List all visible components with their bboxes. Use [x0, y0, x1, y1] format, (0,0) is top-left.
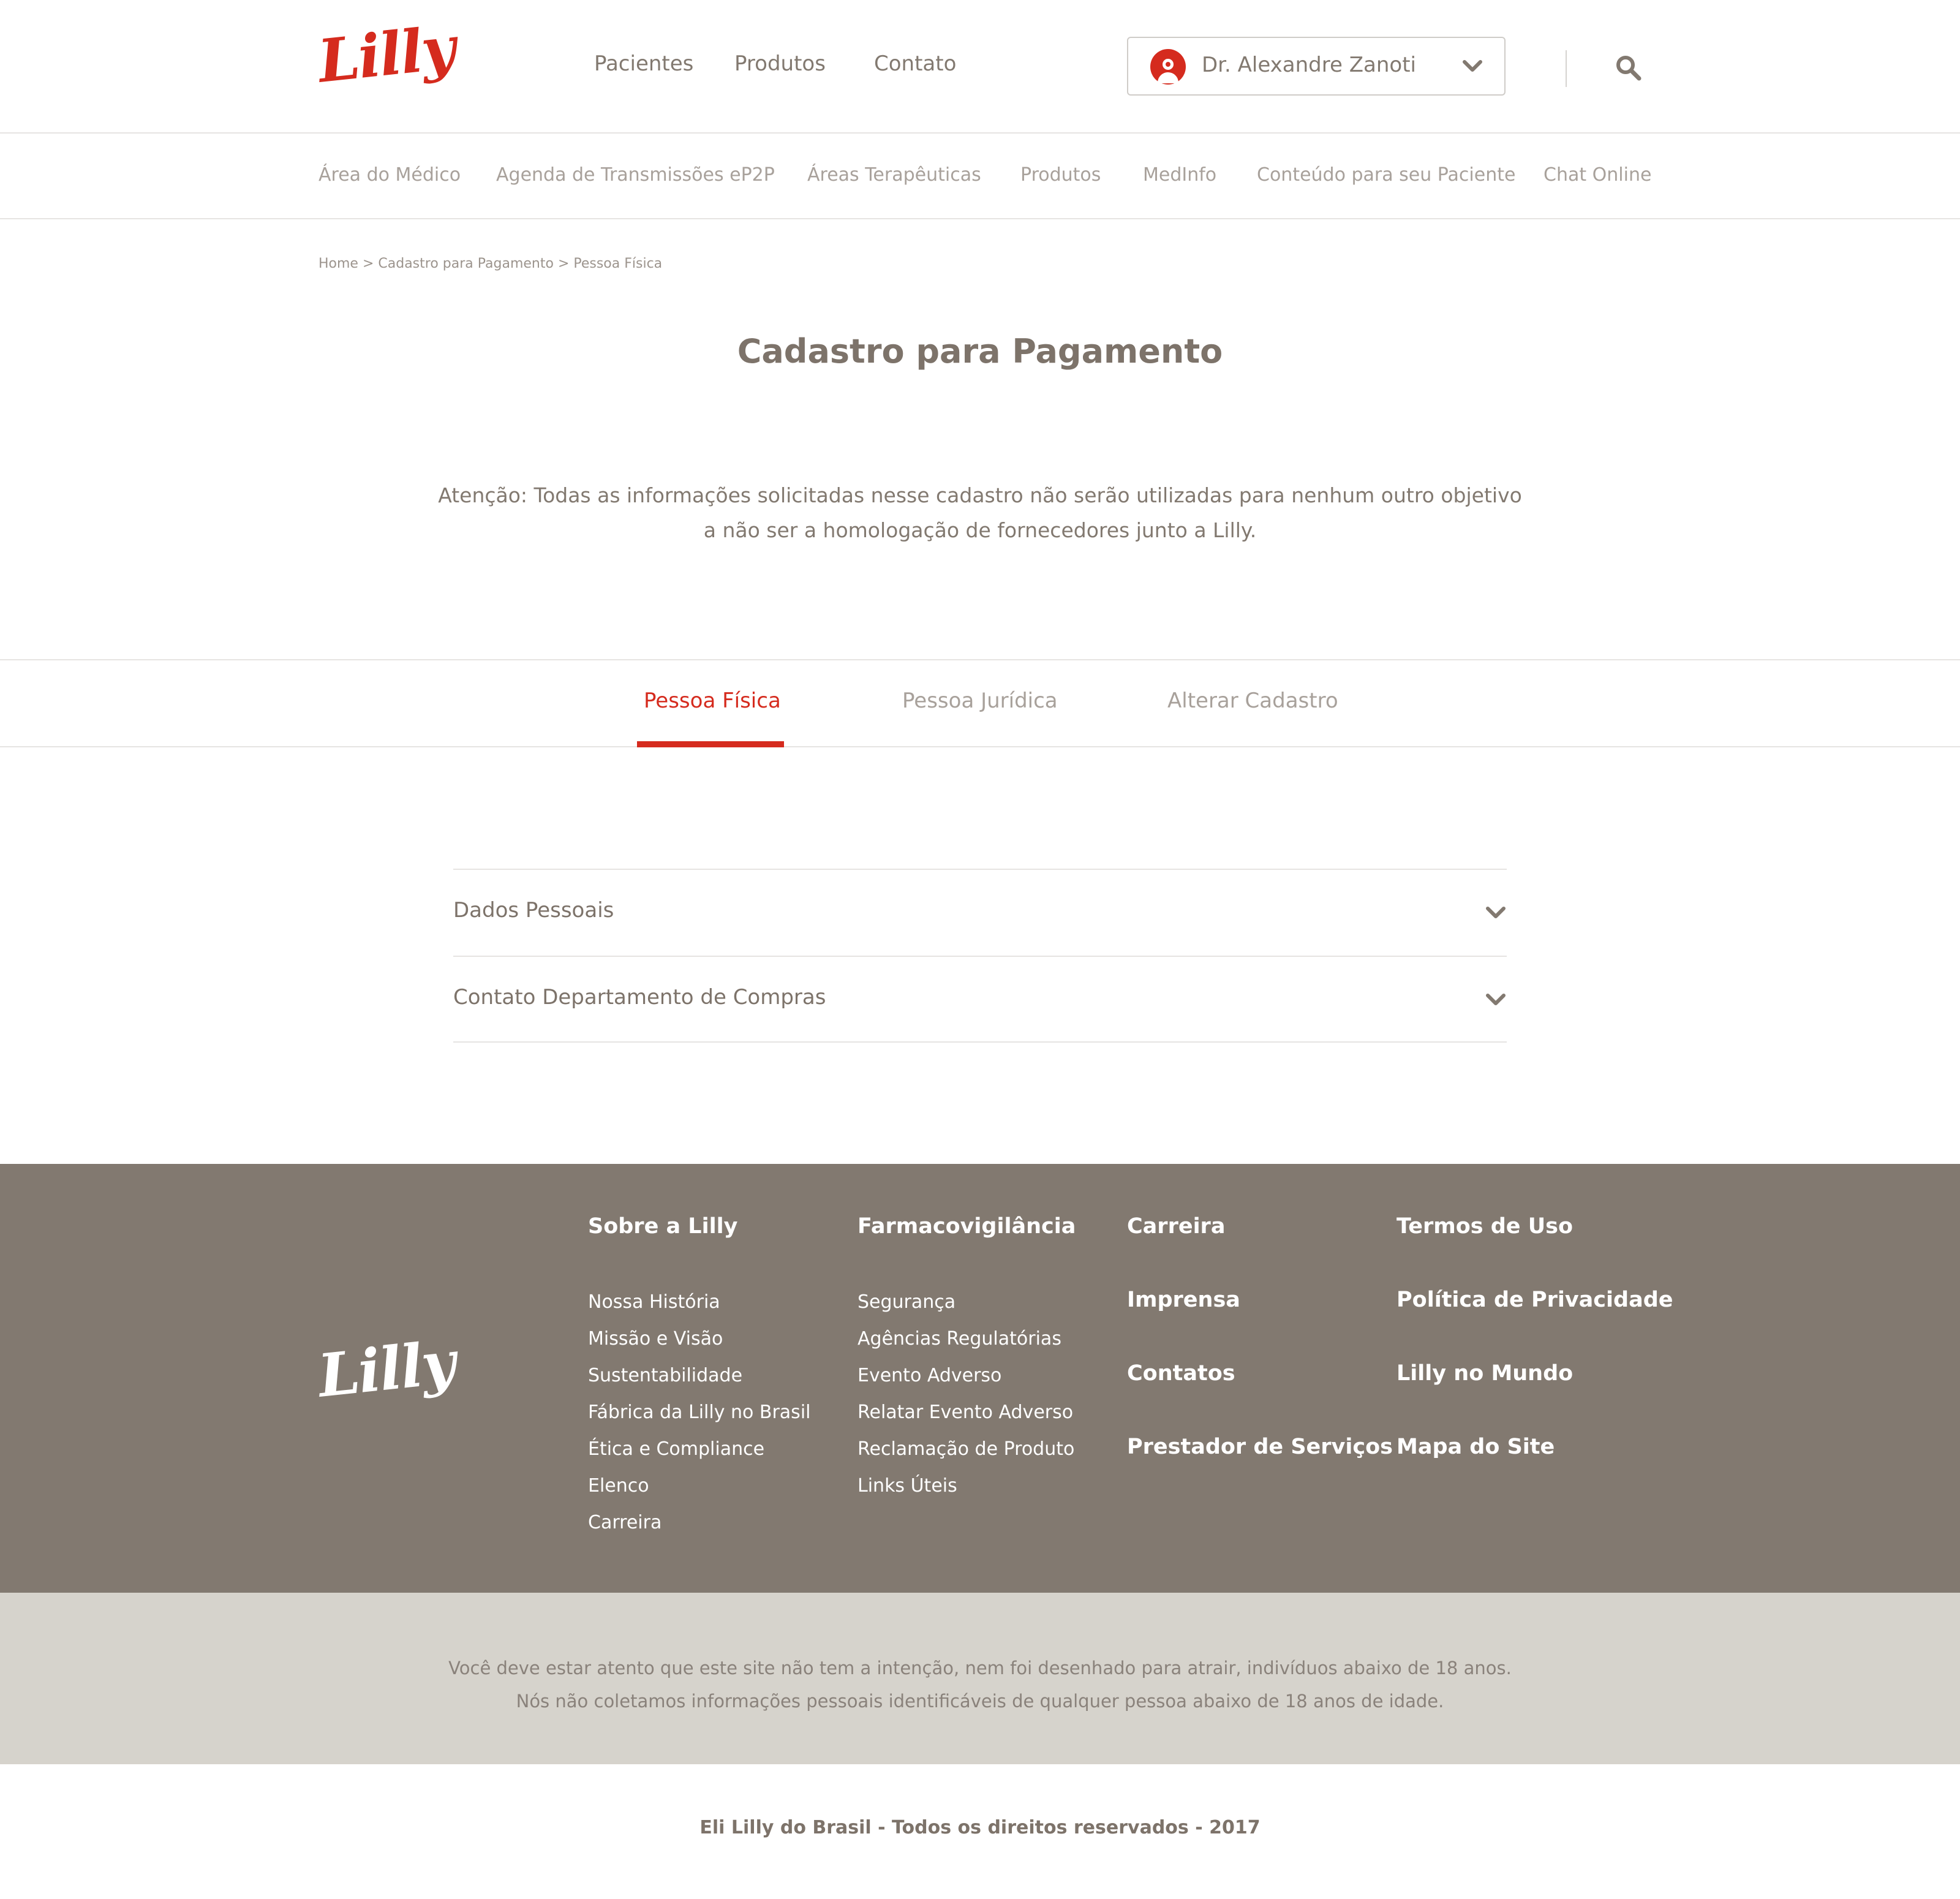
subnav-agenda-transmissoes[interactable]: Agenda de Transmissões eP2P — [496, 164, 775, 186]
subnav-produtos[interactable]: Produtos — [1020, 164, 1101, 186]
footer-link[interactable]: Links Úteis — [858, 1475, 957, 1497]
tab-pessoa-fisica[interactable]: Pessoa Física — [644, 689, 781, 713]
chevron-down-icon — [1463, 60, 1482, 72]
footer-link[interactable]: Fábrica da Lilly no Brasil — [588, 1402, 811, 1423]
subnav-medinfo[interactable]: MedInfo — [1143, 164, 1216, 186]
nav-contato[interactable]: Contato — [874, 51, 956, 76]
accordion-title: Dados Pessoais — [453, 898, 614, 923]
attention-notice: Atenção: Todas as informações solicitada… — [429, 478, 1531, 548]
tab-pessoa-juridica[interactable]: Pessoa Jurídica — [902, 689, 1058, 713]
footer-link-lilly-no-mundo[interactable]: Lilly no Mundo — [1396, 1361, 1573, 1386]
footer-link[interactable]: Relatar Evento Adverso — [858, 1402, 1073, 1423]
disclaimer-text: Você deve estar atento que este site não… — [0, 1652, 1960, 1718]
disclaimer-line-2: Nós não coletamos informações pessoais i… — [516, 1691, 1444, 1712]
site-footer: Lilly Sobre a Lilly Nossa História Missã… — [0, 1164, 1960, 1593]
chevron-down-icon — [1486, 994, 1506, 1005]
site-header: Lilly Pacientes Produtos Contato Dr. Ale… — [0, 0, 1960, 134]
accordion-contato-compras[interactable]: Contato Departamento de Compras — [453, 956, 1507, 1043]
footer-link[interactable]: Agências Regulatórias — [858, 1328, 1061, 1350]
notice-line-1: Atenção: Todas as informações solicitada… — [438, 483, 1522, 507]
footer-heading-sobre[interactable]: Sobre a Lilly — [588, 1214, 737, 1239]
copyright-text: Eli Lilly do Brasil - Todos os direitos … — [699, 1817, 1261, 1838]
footer-link[interactable]: Segurança — [858, 1291, 956, 1313]
age-disclaimer: Você deve estar atento que este site não… — [0, 1593, 1960, 1764]
footer-link[interactable]: Sustentabilidade — [588, 1365, 742, 1386]
user-avatar-icon — [1150, 49, 1186, 85]
subnav-areas-terapeuticas[interactable]: Áreas Terapêuticas — [807, 164, 981, 186]
footer-link-contatos[interactable]: Contatos — [1127, 1361, 1235, 1386]
footer-link[interactable]: Elenco — [588, 1475, 649, 1497]
footer-link-carreira[interactable]: Carreira — [1127, 1214, 1225, 1239]
footer-heading-farmacovigilancia[interactable]: Farmacovigilância — [858, 1214, 1076, 1239]
footer-link[interactable]: Nossa História — [588, 1291, 720, 1313]
footer-link[interactable]: Carreira — [588, 1512, 662, 1533]
tab-alterar-cadastro[interactable]: Alterar Cadastro — [1167, 689, 1338, 713]
accordion-dados-pessoais[interactable]: Dados Pessoais — [453, 869, 1507, 956]
user-menu-dropdown[interactable]: Dr. Alexandre Zanoti — [1127, 37, 1506, 96]
footer-link-prestador[interactable]: Prestador de Serviços — [1127, 1435, 1393, 1459]
footer-lilly-logo[interactable]: Lilly — [315, 1327, 458, 1411]
accordion-title: Contato Departamento de Compras — [453, 985, 826, 1010]
registration-tabs: Pessoa Física Pessoa Jurídica Alterar Ca… — [0, 659, 1960, 747]
accordion-divider — [453, 1041, 1507, 1043]
subnav-chat-online[interactable]: Chat Online — [1544, 164, 1651, 186]
breadcrumb[interactable]: Home > Cadastro para Pagamento > Pessoa … — [318, 256, 662, 271]
footer-link-termos[interactable]: Termos de Uso — [1396, 1214, 1573, 1239]
footer-link-imprensa[interactable]: Imprensa — [1127, 1288, 1240, 1312]
search-icon[interactable] — [1615, 54, 1644, 83]
chevron-down-icon — [1486, 907, 1506, 918]
subnav-conteudo-paciente[interactable]: Conteúdo para seu Paciente — [1257, 164, 1515, 186]
header-divider — [1566, 50, 1567, 87]
nav-produtos[interactable]: Produtos — [734, 51, 826, 76]
footer-link[interactable]: Ética e Compliance — [588, 1438, 764, 1460]
footer-link[interactable]: Missão e Visão — [588, 1328, 723, 1350]
disclaimer-line-1: Você deve estar atento que este site não… — [448, 1658, 1512, 1678]
notice-line-2: a não ser a homologação de fornecedores … — [703, 518, 1257, 542]
subnav-area-do-medico[interactable]: Área do Médico — [318, 164, 461, 186]
footer-link[interactable]: Evento Adverso — [858, 1365, 1001, 1386]
secondary-nav: Área do Médico Agenda de Transmissões eP… — [0, 134, 1960, 219]
footer-link-mapa-do-site[interactable]: Mapa do Site — [1396, 1435, 1555, 1459]
page-title: Cadastro para Pagamento — [737, 332, 1223, 371]
nav-pacientes[interactable]: Pacientes — [594, 51, 693, 76]
lilly-logo[interactable]: Lilly — [315, 13, 458, 96]
footer-link[interactable]: Reclamação de Produto — [858, 1438, 1074, 1460]
active-tab-indicator — [637, 741, 784, 747]
user-name: Dr. Alexandre Zanoti — [1202, 53, 1416, 77]
footer-link-privacidade[interactable]: Política de Privacidade — [1396, 1288, 1673, 1312]
